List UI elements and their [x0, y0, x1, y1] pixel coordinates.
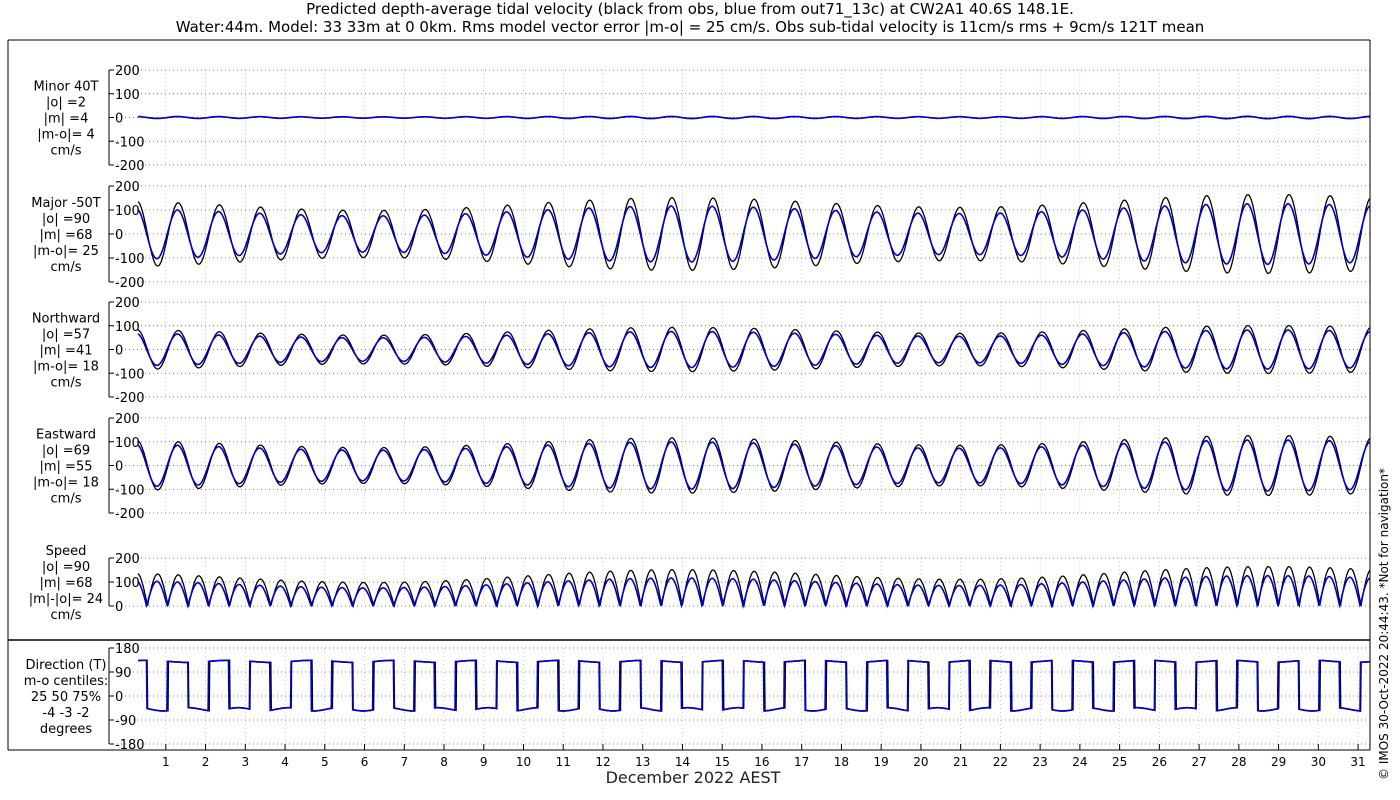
y-tick-label: -180 [115, 738, 145, 753]
y-tick-label: 100 [115, 204, 140, 219]
x-tick-label: 3 [241, 755, 249, 769]
chart-title-line1: Predicted depth-average tidal velocity (… [306, 0, 1074, 19]
y-tick-label: 100 [115, 88, 140, 103]
x-tick-label: 19 [874, 755, 889, 769]
x-tick-label: 15 [715, 755, 730, 769]
x-tick-label: 25 [1112, 755, 1127, 769]
panel-label-line: Minor 40T [34, 80, 99, 95]
y-tick-label: 0 [115, 600, 123, 615]
panel-label-line: Speed [46, 544, 87, 559]
x-tick-label: 27 [1191, 755, 1206, 769]
x-tick-label: 21 [953, 755, 968, 769]
y-tick-label: 200 [115, 64, 140, 79]
y-tick-label: -100 [115, 135, 145, 150]
panel-label-line: |o| =69 [42, 444, 90, 459]
x-tick-label: 17 [794, 755, 809, 769]
x-tick-label: 30 [1311, 755, 1326, 769]
y-tick-label: -100 [115, 367, 145, 382]
x-tick-label: 26 [1152, 755, 1167, 769]
x-tick-label: 14 [675, 755, 690, 769]
y-tick-label: 100 [115, 436, 140, 451]
x-tick-label: 16 [754, 755, 769, 769]
y-tick-label: -90 [115, 714, 136, 729]
x-axis-label: December 2022 AEST [606, 768, 781, 787]
x-tick-label: 5 [321, 755, 329, 769]
y-tick-label: 0 [115, 344, 123, 359]
x-tick-label: 13 [635, 755, 650, 769]
panel-label-line: |m| =41 [40, 344, 93, 359]
y-tick-label: 200 [115, 412, 140, 427]
panel-label-line: |m-o|= 25 [33, 244, 99, 259]
panel-label-line: cm/s [51, 492, 82, 507]
panel-label-line: |m| =68 [40, 576, 93, 591]
y-tick-label: -200 [115, 507, 145, 522]
y-tick-label: 0 [115, 460, 123, 475]
y-tick-label: 0 [115, 228, 123, 243]
chart-title-line2: Water:44m. Model: 33 33m at 0 0km. Rms m… [176, 18, 1205, 36]
x-tick-label: 12 [595, 755, 610, 769]
x-tick-label: 31 [1350, 755, 1365, 769]
x-tick-label: 29 [1271, 755, 1286, 769]
panel-label-line: -4 -3 -2 [42, 706, 89, 721]
y-tick-label: 200 [115, 180, 140, 195]
panel-label-line: |o| =2 [46, 96, 86, 111]
panel-label-line: cm/s [51, 144, 82, 159]
panel-label-line: |m|-|o|= 24 [29, 592, 103, 607]
y-tick-label: -200 [115, 276, 145, 291]
x-tick-label: 1 [162, 755, 170, 769]
panel-label-line: |m-o|= 18 [33, 476, 99, 491]
y-tick-label: -200 [115, 391, 145, 406]
y-tick-label: 90 [115, 666, 132, 681]
y-tick-label: 100 [115, 320, 140, 335]
x-tick-label: 6 [361, 755, 369, 769]
panel-label-line: |m| =4 [44, 112, 89, 127]
x-tick-label: 24 [1072, 755, 1087, 769]
x-tick-label: 28 [1231, 755, 1246, 769]
panel-label-line: Eastward [36, 428, 96, 443]
panel-label-line: Direction (T) [26, 658, 107, 673]
y-tick-label: 200 [115, 552, 140, 567]
x-tick-label: 9 [480, 755, 488, 769]
panel-label-line: m-o centiles: [24, 674, 109, 689]
x-tick-label: 23 [1033, 755, 1048, 769]
panel-label-line: |m| =68 [40, 228, 93, 243]
panel-label-line: |o| =57 [42, 328, 90, 343]
x-tick-label: 20 [913, 755, 928, 769]
tidal-velocity-figure: Predicted depth-average tidal velocity (… [0, 0, 1400, 800]
y-tick-label: 200 [115, 296, 140, 311]
panel-label-line: Northward [32, 312, 100, 327]
x-tick-label: 11 [556, 755, 571, 769]
y-tick-label: 0 [115, 690, 123, 705]
x-tick-label: 10 [516, 755, 531, 769]
x-tick-label: 2 [202, 755, 210, 769]
panel-label-line: cm/s [51, 376, 82, 391]
y-tick-label: -200 [115, 159, 145, 174]
y-tick-label: 0 [115, 112, 123, 127]
y-tick-label: -100 [115, 483, 145, 498]
panel-label-line: |o| =90 [42, 560, 90, 575]
x-tick-label: 8 [440, 755, 448, 769]
y-tick-label: -100 [115, 252, 145, 267]
x-tick-label: 7 [400, 755, 408, 769]
x-tick-label: 4 [281, 755, 289, 769]
panel-label-line: |m-o|= 4 [37, 128, 95, 143]
x-tick-label: 22 [993, 755, 1008, 769]
panel-label-line: |o| =90 [42, 212, 90, 227]
panel-label-line: |m| =55 [40, 460, 93, 475]
panel-label-line: degrees [40, 722, 93, 737]
x-tick-label: 18 [834, 755, 849, 769]
panel-label-line: Major -50T [31, 196, 100, 211]
panel-label-line: cm/s [51, 608, 82, 623]
panel-label-line: cm/s [51, 260, 82, 275]
panel-label-line: 25 50 75% [31, 690, 101, 705]
panel-label-line: |m-o|= 18 [33, 360, 99, 375]
y-tick-label: 100 [115, 576, 140, 591]
copyright-notice: © IMOS 30-Oct-2022 20:44:43. *Not for na… [1377, 468, 1391, 780]
y-tick-label: 180 [115, 642, 140, 657]
